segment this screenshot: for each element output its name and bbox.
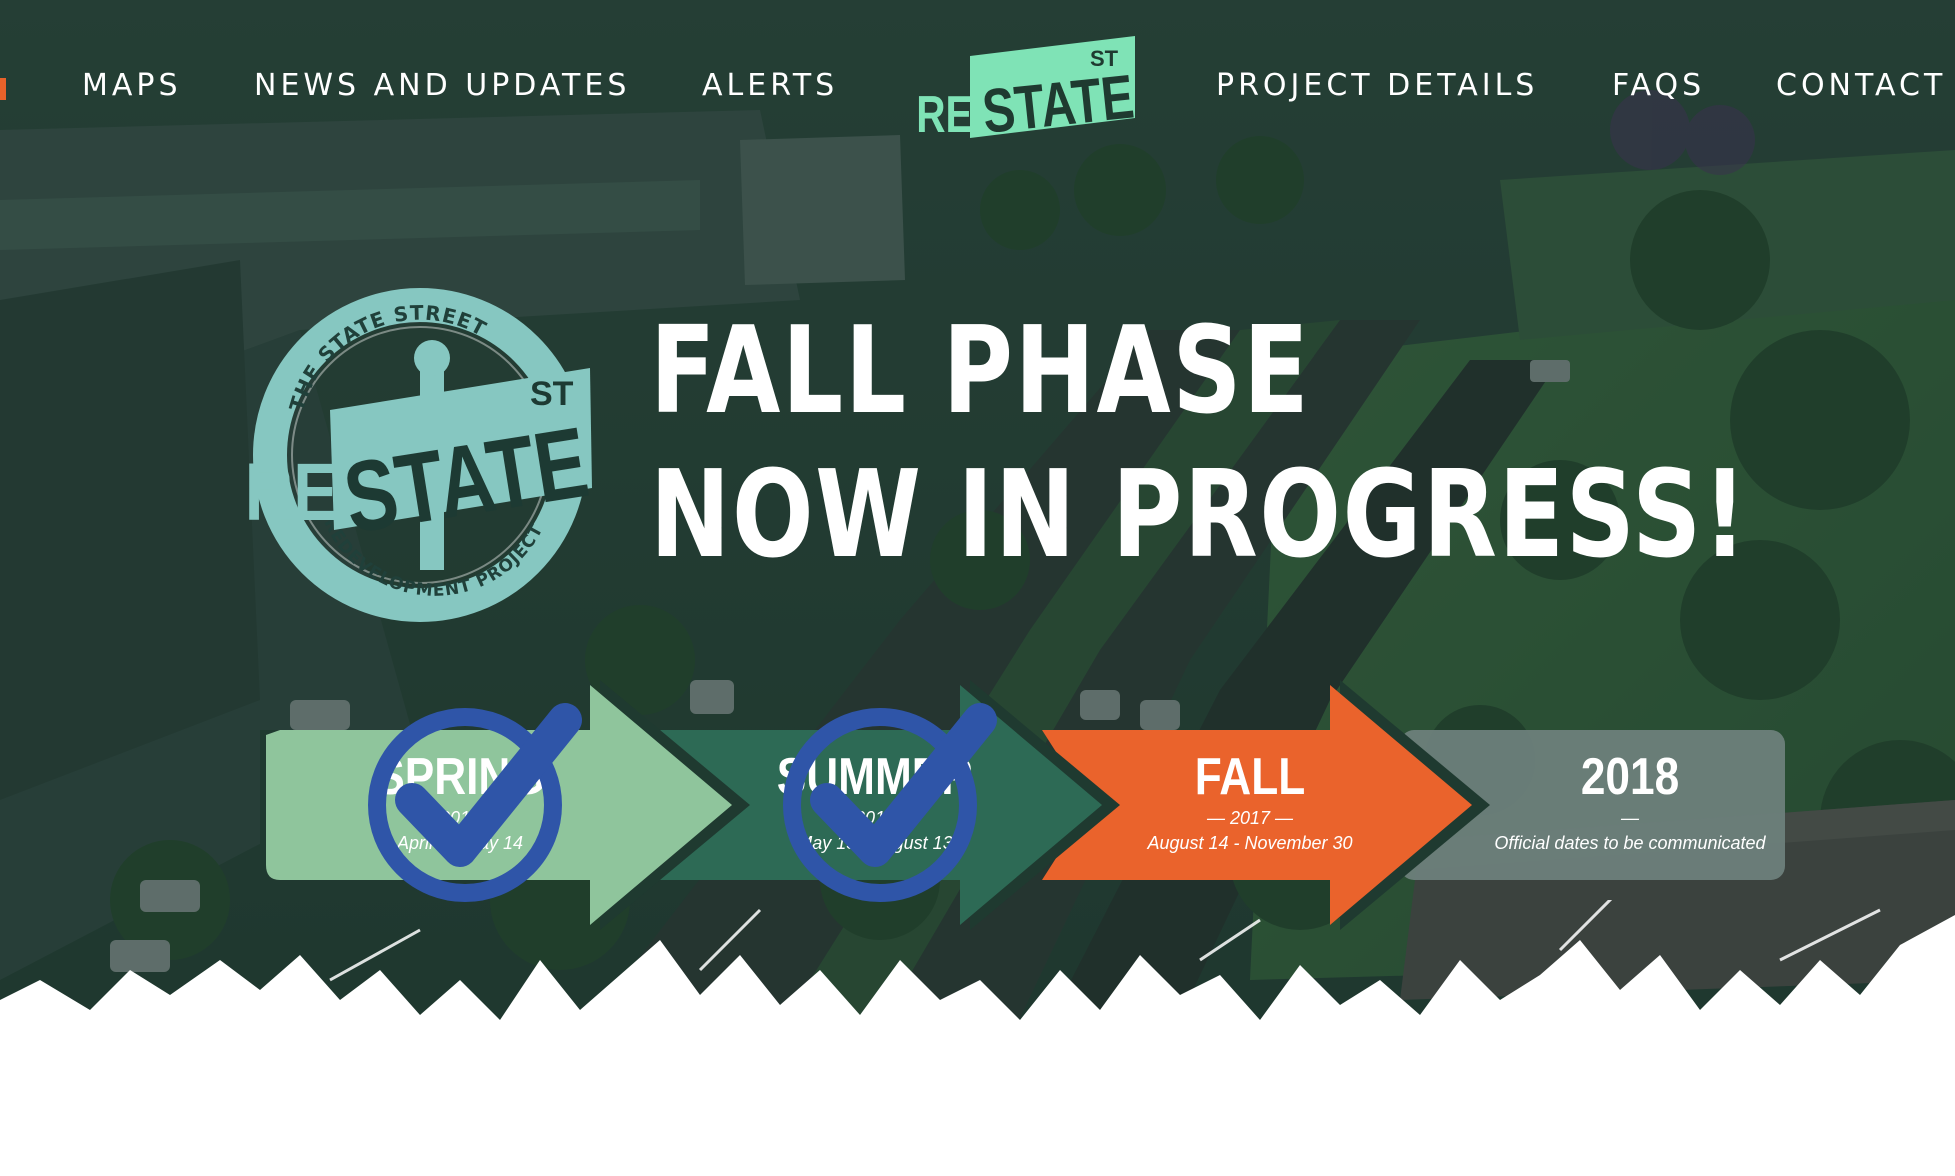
phase-2018-divider: — xyxy=(1621,808,1639,828)
project-badge-logo: THE STATE STREET REDEVELOPMENT PROJECT R… xyxy=(245,288,595,622)
header-logo-re: RE xyxy=(916,85,972,143)
landing-page: MAPS NEWS AND UPDATES ALERTS PROJECT DET… xyxy=(0,0,1955,1176)
summer-complete-check-icon xyxy=(783,703,997,902)
nav-item-contact[interactable]: CONTACT xyxy=(1776,68,1946,103)
headline-line-2: NOW IN PROGRESS! xyxy=(650,446,1749,585)
header-logo[interactable]: RE STATE ST xyxy=(910,28,1140,148)
badge-re-text: RE xyxy=(245,446,338,538)
phase-fall-name: FALL xyxy=(1194,748,1306,806)
nav-item-maps[interactable]: MAPS xyxy=(82,68,182,103)
phase-2018-dates: Official dates to be communicated xyxy=(1494,833,1766,853)
nav-edge-marker xyxy=(0,78,6,100)
torn-paper-edge xyxy=(0,900,1955,1176)
spring-complete-check-icon xyxy=(368,703,582,902)
header-logo-state: STATE xyxy=(979,62,1137,147)
nav-item-news-and-updates[interactable]: NEWS AND UPDATES xyxy=(254,68,630,103)
phase-2018: 2018 — Official dates to be communicated xyxy=(1430,748,1830,854)
nav-item-faqs[interactable]: FAQS xyxy=(1612,68,1705,103)
phase-fall-dates: August 14 - November 30 xyxy=(1147,833,1353,853)
nav-item-alerts[interactable]: ALERTS xyxy=(702,68,838,103)
phase-2018-name: 2018 xyxy=(1580,748,1680,806)
phase-fall: FALL — 2017 — August 14 - November 30 xyxy=(1115,748,1385,854)
hero-headline: FALL PHASE NOW IN PROGRESS! xyxy=(650,300,1748,588)
header-logo-st: ST xyxy=(1090,46,1119,71)
badge-st-text: ST xyxy=(530,375,574,413)
hero-section: MAPS NEWS AND UPDATES ALERTS PROJECT DET… xyxy=(0,0,1955,1176)
headline-line-1: FALL PHASE xyxy=(650,302,1311,441)
nav-item-project-details[interactable]: PROJECT DETAILS xyxy=(1216,68,1538,103)
phase-fall-year: — 2017 — xyxy=(1206,808,1294,828)
